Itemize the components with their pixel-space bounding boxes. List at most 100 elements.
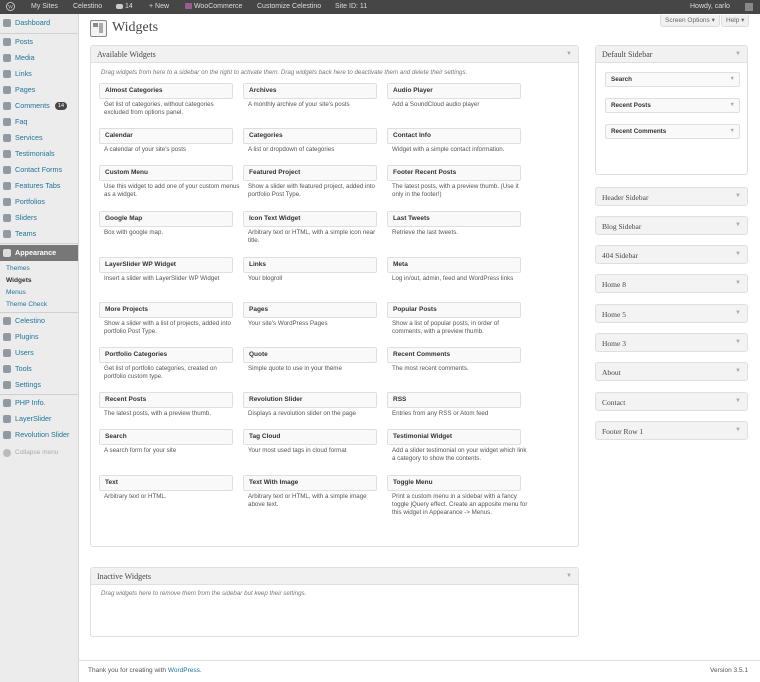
menu-plugins[interactable]: Plugins [0,329,78,345]
woocommerce-link[interactable]: WooCommerce [185,0,242,14]
sidebar-home-3[interactable]: Home 3 ▼ [595,333,748,352]
toggle-arrow-icon[interactable]: ▼ [735,280,741,286]
sidebar-404-sidebar[interactable]: 404 Sidebar ▼ [595,245,748,264]
widget-title[interactable]: Meta [387,257,521,273]
expand-arrow-icon[interactable]: ▼ [730,99,735,112]
menu-comments[interactable]: Comments 14 [0,98,78,114]
widget-title[interactable]: Quote [243,347,377,363]
menu-pages[interactable]: Pages [0,82,78,98]
widget-title[interactable]: Custom Menu [99,165,233,181]
widget-title[interactable]: Contact Info [387,128,521,144]
widget-title[interactable]: Icon Text Widget [243,211,377,227]
widget-title[interactable]: RSS [387,392,521,408]
sidebar-about[interactable]: About ▼ [595,362,748,381]
widget-title[interactable]: Almost Categories [99,83,233,99]
widget-title[interactable]: Links [243,257,377,273]
menu-celestino[interactable]: Celestino [0,313,78,329]
panel-header[interactable]: Inactive Widgets ▼ [91,568,578,585]
widget-title[interactable]: Revolution Slider [243,392,377,408]
new-content-link[interactable]: + New [149,0,169,14]
menu-media[interactable]: Media [0,50,78,66]
toggle-arrow-icon[interactable]: ▼ [735,427,741,433]
sidebar-widget-recent-comments[interactable]: Recent Comments ▼ [605,124,740,139]
menu-features-tabs[interactable]: Features Tabs [0,178,78,194]
menu-appearance[interactable]: Appearance [0,245,78,261]
sidebar-widget-search[interactable]: Search ▼ [605,72,740,87]
expand-arrow-icon[interactable]: ▼ [730,125,735,138]
widget-title[interactable]: Recent Comments [387,347,521,363]
toggle-arrow-icon[interactable]: ▼ [735,193,741,199]
menu-revolution-slider[interactable]: Revolution Slider [0,427,78,443]
menu-php-info[interactable]: PHP Info. [0,395,78,411]
toggle-arrow-icon[interactable]: ▼ [735,51,741,57]
submenu-widgets[interactable]: Widgets [6,277,32,284]
widget-title[interactable]: Featured Project [243,165,377,181]
wordpress-link[interactable]: WordPress [168,667,200,674]
menu-services[interactable]: Services [0,130,78,146]
widget-title[interactable]: Text [99,475,233,491]
widget-title[interactable]: Toggle Menu [387,475,521,491]
toggle-arrow-icon[interactable]: ▼ [735,339,741,345]
menu-faq[interactable]: Faq [0,114,78,130]
sidebar-home-5[interactable]: Home 5 ▼ [595,304,748,323]
avatar[interactable] [745,3,753,11]
menu-tools[interactable]: Tools [0,361,78,377]
my-sites-link[interactable]: My Sites [31,0,58,14]
menu-dashboard[interactable]: Dashboard [0,15,78,31]
toggle-arrow-icon[interactable]: ▼ [566,51,572,57]
menu-teams[interactable]: Teams [0,226,78,242]
widget-title[interactable]: More Projects [99,302,233,318]
expand-arrow-icon[interactable]: ▼ [730,73,735,86]
submenu-themes[interactable]: Themes [6,265,30,272]
toggle-arrow-icon[interactable]: ▼ [735,222,741,228]
menu-portfolios[interactable]: Portfolios [0,194,78,210]
widget-title[interactable]: Text With Image [243,475,377,491]
menu-layerslider[interactable]: LayerSlider [0,411,78,427]
widget-title[interactable]: LayerSlider WP Widget [99,257,233,273]
widget-title[interactable]: Portfolio Categories [99,347,233,363]
widget-title[interactable]: Audio Player [387,83,521,99]
toggle-arrow-icon[interactable]: ▼ [735,251,741,257]
comments-link[interactable]: 14 [116,0,133,14]
widget-title[interactable]: Last Tweets [387,211,521,227]
sidebar-contact[interactable]: Contact ▼ [595,392,748,411]
menu-sliders[interactable]: Sliders [0,210,78,226]
sidebar-widget-recent-posts[interactable]: Recent Posts ▼ [605,98,740,113]
menu-testimonials[interactable]: Testimonials [0,146,78,162]
wordpress-logo-icon[interactable]: W [6,0,15,14]
widget-title[interactable]: Tag Cloud [243,429,377,445]
widget-title[interactable]: Calendar [99,128,233,144]
widget-title[interactable]: Categories [243,128,377,144]
sidebar-home-8[interactable]: Home 8 ▼ [595,274,748,293]
toggle-arrow-icon[interactable]: ▼ [566,573,572,579]
sidebar-footer-row-1[interactable]: Footer Row 1 ▼ [595,421,748,440]
panel-header[interactable]: Available Widgets ▼ [91,46,578,63]
widget-title[interactable]: Archives [243,83,377,99]
submenu-theme-check[interactable]: Theme Check [6,301,47,308]
howdy-user[interactable]: Howdy, carlo [690,0,730,14]
customize-link[interactable]: Customize Celestino [257,0,321,14]
menu-users[interactable]: Users [0,345,78,361]
widget-title[interactable]: Pages [243,302,377,318]
widget-title[interactable]: Search [99,429,233,445]
menu-settings[interactable]: Settings [0,377,78,393]
sidebar-header-sidebar[interactable]: Header Sidebar ▼ [595,187,748,206]
widget-title[interactable]: Recent Posts [99,392,233,408]
widget-title[interactable]: Popular Posts [387,302,521,318]
panel-header[interactable]: Default Sidebar ▼ [596,46,747,63]
sidebar-blog-sidebar[interactable]: Blog Sidebar ▼ [595,216,748,235]
toggle-arrow-icon[interactable]: ▼ [735,310,741,316]
help-button[interactable]: Help ▾ [721,15,750,27]
collapse-menu[interactable]: Collapse menu [0,445,78,461]
menu-contact-forms[interactable]: Contact Forms [0,162,78,178]
toggle-arrow-icon[interactable]: ▼ [735,398,741,404]
widget-title[interactable]: Testimonial Widget [387,429,521,445]
menu-links[interactable]: Links [0,66,78,82]
submenu-menus[interactable]: Menus [6,289,26,296]
toggle-arrow-icon[interactable]: ▼ [735,368,741,374]
screen-options-button[interactable]: Screen Options ▾ [660,15,720,27]
widget-title[interactable]: Google Map [99,211,233,227]
menu-posts[interactable]: Posts [0,34,78,50]
site-link[interactable]: Celestino [73,0,102,14]
widget-title[interactable]: Footer Recent Posts [387,165,521,181]
